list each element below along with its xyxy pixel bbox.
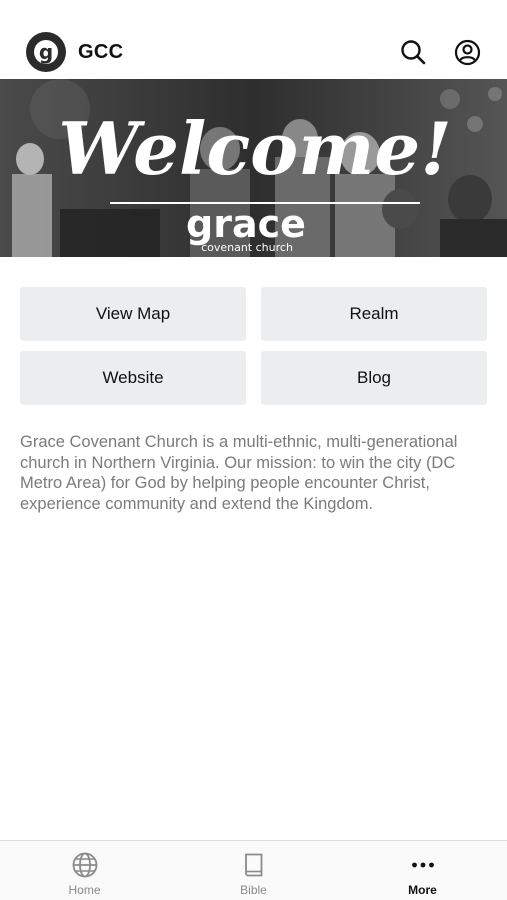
- app-title: GCC: [78, 40, 124, 63]
- tab-home[interactable]: Home: [0, 841, 169, 900]
- app-logo[interactable]: g: [26, 32, 66, 72]
- view-map-button[interactable]: View Map: [20, 287, 246, 340]
- banner-brand: grace: [186, 202, 306, 246]
- search-icon[interactable]: [399, 38, 427, 66]
- account-icon[interactable]: [453, 38, 481, 66]
- tab-more[interactable]: More: [338, 841, 507, 900]
- banner-brand-sub: covenant church: [201, 241, 293, 254]
- church-description: Grace Covenant Church is a multi-ethnic,…: [20, 433, 458, 513]
- tab-bible[interactable]: Bible: [169, 841, 338, 900]
- bottom-tab-bar: Home Bible More: [0, 840, 507, 900]
- tab-home-label: Home: [68, 883, 101, 897]
- app-header: g GCC: [0, 28, 507, 76]
- logo-letter: g: [34, 40, 58, 64]
- website-button[interactable]: Website: [20, 351, 246, 404]
- tab-bible-label: Bible: [240, 883, 267, 897]
- globe-icon: [72, 852, 97, 878]
- more-icon: [411, 862, 434, 868]
- app-screen: g GCC Welcome! grace covenant church Vie…: [0, 0, 507, 900]
- book-icon: [244, 853, 262, 877]
- tab-more-label: More: [408, 883, 437, 897]
- banner-headline: Welcome!: [58, 106, 452, 191]
- banner-image: Welcome! grace covenant church: [0, 79, 507, 257]
- realm-button[interactable]: Realm: [261, 287, 487, 340]
- blog-button[interactable]: Blog: [261, 351, 487, 404]
- welcome-banner: Welcome! grace covenant church: [0, 79, 507, 257]
